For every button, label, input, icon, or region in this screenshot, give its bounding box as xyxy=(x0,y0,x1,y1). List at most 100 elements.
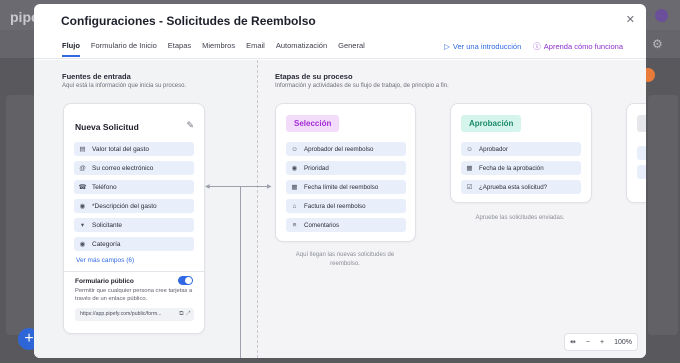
help-links: ▷ Ver una introducción ⓘ Aprenda cómo fu… xyxy=(444,41,623,52)
entry-sources-subtitle: Aquí está la información que inicia su p… xyxy=(62,83,187,89)
phase-field: ☑ ¿Aprueba esta solicitud? xyxy=(461,180,581,194)
form-field: @ Su correo electrónico xyxy=(74,161,194,175)
entry-sources-pane: Fuentes de entrada Aquí está la informac… xyxy=(34,60,258,358)
board-column xyxy=(6,95,36,335)
form-field: ◉ Categoría xyxy=(74,237,194,251)
field-label: ¿Aprueba esta solicitud? xyxy=(479,183,548,191)
tab-automatizacion[interactable]: Automatización xyxy=(276,41,327,57)
phase-badge: Aprobación xyxy=(461,115,522,132)
tab-email[interactable]: Email xyxy=(246,41,265,57)
pencil-icon[interactable]: ✎ xyxy=(186,120,194,131)
process-stages-subtitle: Información y actividades de su flujo de… xyxy=(275,83,449,89)
tab-formulario-inicio[interactable]: Formulario de Inicio xyxy=(91,41,157,57)
tab-flujo[interactable]: Flujo xyxy=(62,41,80,57)
field-label: Fecha límite del reembolso xyxy=(304,183,379,191)
field-label: Fecha de la aprobación xyxy=(479,164,544,172)
gear-icon[interactable]: ⚙ xyxy=(652,37,663,51)
field-label: Valor total del gasto xyxy=(92,145,149,153)
entry-sources-title: Fuentes de entrada xyxy=(62,72,131,81)
url-actions: ⧉ ↗ xyxy=(179,308,190,321)
arrow-left-icon: ◀ xyxy=(205,184,210,190)
phase-description: Aquí llegan las nuevas solicitudes de re… xyxy=(295,252,395,267)
zoom-controls: ⇹ − + 100% xyxy=(564,333,638,351)
field-label: Comentarios xyxy=(304,221,340,229)
field-label: *Descripción del gasto xyxy=(92,202,157,210)
select-icon: ▾ xyxy=(80,222,85,229)
email-icon: @ xyxy=(79,164,86,172)
modal-header: Configuraciones - Solicitudes de Reembol… xyxy=(34,4,646,59)
board-column xyxy=(648,95,678,335)
arrow-right-icon: ▶ xyxy=(267,184,272,190)
tab-bar: Flujo Formulario de Inicio Etapas Miembr… xyxy=(62,41,376,57)
phase-field: ☺ Aprobador xyxy=(461,142,581,156)
close-icon[interactable]: ✕ xyxy=(626,13,635,26)
attachment-icon: ⌂ xyxy=(292,202,297,210)
text-icon: ≡ xyxy=(292,221,297,229)
help-icon: ⓘ xyxy=(533,42,541,51)
field-label: Prioridad xyxy=(304,164,329,172)
phase-field: ⌂ Factura del reembolso xyxy=(286,199,406,213)
zoom-level: 100% xyxy=(614,338,632,346)
field-label: Teléfono xyxy=(92,183,117,191)
tab-miembros[interactable]: Miembros xyxy=(202,41,235,57)
field-label: Aprobador xyxy=(479,145,508,153)
phase-field: ▦ Fecha límite del reembolso xyxy=(286,180,406,194)
assignee-icon: ☺ xyxy=(466,145,473,153)
radio-icon: ◉ xyxy=(291,165,298,172)
radio-icon: ◉ xyxy=(79,241,86,248)
tab-etapas[interactable]: Etapas xyxy=(168,41,191,57)
intro-link-label: Ver una introducción xyxy=(452,42,522,51)
how-it-works-link[interactable]: ⓘ Aprenda cómo funciona xyxy=(533,41,623,52)
calendar-icon: ▦ xyxy=(291,184,298,191)
avatar[interactable] xyxy=(655,9,668,22)
start-form-title: Nueva Solicitud xyxy=(75,122,139,132)
external-link-icon[interactable]: ↗ xyxy=(185,311,190,317)
more-fields-link[interactable]: Ver más campos (6) xyxy=(76,257,134,264)
public-form-url-text: https://app.pipefy.com/public/form... xyxy=(80,311,162,317)
flow-canvas: Fuentes de entrada Aquí está la informac… xyxy=(34,60,646,358)
copy-icon[interactable]: ⧉ xyxy=(179,311,183,317)
phase-card-next[interactable] xyxy=(626,103,646,203)
form-field: ▤ Valor total del gasto xyxy=(74,142,194,156)
calendar-icon: ▦ xyxy=(466,165,473,172)
how-link-label: Aprenda cómo funciona xyxy=(543,42,623,51)
phase-field: ◉ Prioridad xyxy=(286,161,406,175)
form-field: ▾ Solicitante xyxy=(74,218,194,232)
currency-field-icon: ▤ xyxy=(79,146,86,153)
play-icon: ▷ xyxy=(444,42,450,51)
start-form-card[interactable]: Nueva Solicitud ✎ ▤ Valor total del gast… xyxy=(63,103,205,334)
public-form-toggle[interactable] xyxy=(178,276,193,285)
field-label: Factura del reembolso xyxy=(304,202,366,210)
field-label: Solicitante xyxy=(92,221,122,229)
public-form-description: Permitir que cualquier persona cree tarj… xyxy=(75,288,193,302)
phase-field: ≡ Comentarios xyxy=(286,218,406,232)
intro-link[interactable]: ▷ Ver una introducción xyxy=(444,41,521,52)
flow-connector xyxy=(240,186,241,358)
phase-field: ☺ Aprobador del reembolso xyxy=(286,142,406,156)
form-field: ◉ *Descripción del gasto xyxy=(74,199,194,213)
public-form-title: Formulario público xyxy=(75,278,134,285)
zoom-out-button[interactable]: − xyxy=(586,339,590,346)
fit-screen-icon[interactable]: ⇹ xyxy=(570,338,576,346)
phase-field: ▦ Fecha de la aprobación xyxy=(461,161,581,175)
phase-description: Apruebe las solicitudes enviadas. xyxy=(475,215,565,221)
phase-card-seleccion[interactable]: Selección ☺ Aprobador del reembolso ◉ Pr… xyxy=(275,103,416,242)
field-label: Categoría xyxy=(92,240,121,248)
tab-general[interactable]: General xyxy=(338,41,365,57)
divider xyxy=(64,271,204,272)
public-form-url[interactable]: https://app.pipefy.com/public/form... ⧉ … xyxy=(75,308,194,321)
phase-badge xyxy=(637,115,646,132)
checkbox-icon: ☑ xyxy=(466,184,473,191)
form-field: ☎ Teléfono xyxy=(74,180,194,194)
flow-connector xyxy=(206,186,269,187)
radio-icon: ◉ xyxy=(79,203,86,210)
phase-field xyxy=(637,165,646,179)
phase-field xyxy=(637,146,646,160)
phase-card-aprobacion[interactable]: Aprobación ☺ Aprobador ▦ Fecha de la apr… xyxy=(450,103,592,203)
assignee-icon: ☺ xyxy=(291,145,298,153)
settings-modal: Configuraciones - Solicitudes de Reembol… xyxy=(34,4,646,358)
field-label: Aprobador del reembolso xyxy=(304,145,374,153)
field-label: Su correo electrónico xyxy=(92,164,154,172)
zoom-in-button[interactable]: + xyxy=(600,339,604,346)
phase-badge: Selección xyxy=(286,115,340,132)
